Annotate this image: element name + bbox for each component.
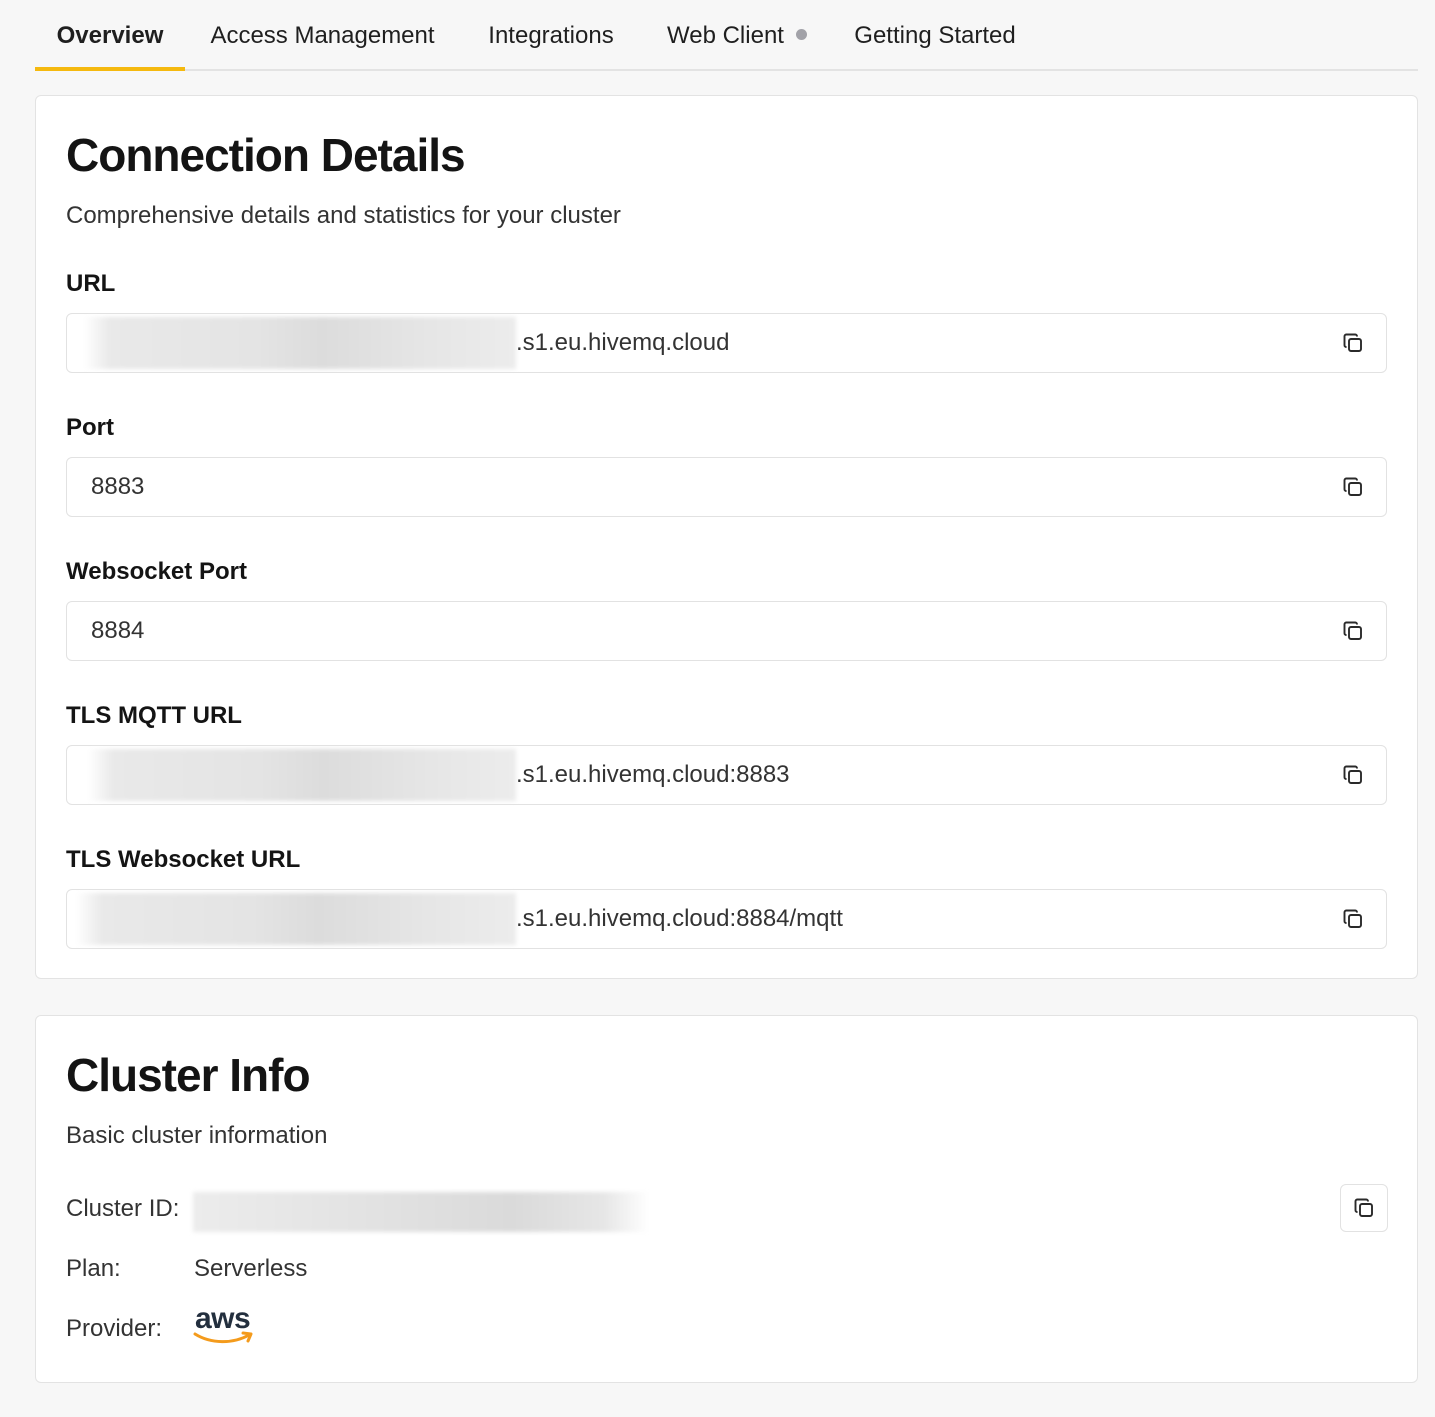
copy-websocket-port-button[interactable] (1338, 616, 1368, 646)
copy-icon (1343, 765, 1362, 784)
tab-label: Web Client (667, 21, 784, 49)
url-value: .s1.eu.hivemq.cloud (516, 329, 730, 356)
url-field[interactable]: .s1.eu.hivemq.cloud (66, 313, 1387, 373)
tls-websocket-url-field[interactable]: .s1.eu.hivemq.cloud:8884/mqtt (66, 889, 1387, 949)
copy-url-button[interactable] (1338, 328, 1368, 358)
plan-label: Plan: (66, 1255, 121, 1282)
redacted-hostname (88, 749, 516, 801)
port-value: 8883 (91, 473, 145, 500)
cluster-info-subtitle: Basic cluster information (66, 1122, 328, 1149)
tab-overview[interactable]: Overview (35, 0, 185, 71)
status-dot (795, 29, 807, 40)
tab-getting-started[interactable]: Getting Started (847, 0, 1023, 71)
connection-details-title: Connection Details (66, 129, 466, 181)
tls-websocket-url-value: .s1.eu.hivemq.cloud:8884/mqtt (516, 905, 843, 932)
copy-icon (1343, 909, 1362, 928)
tls-mqtt-url-field[interactable]: .s1.eu.hivemq.cloud:8883 (66, 745, 1387, 805)
cluster-info-title: Cluster Info (66, 1049, 311, 1101)
tab-label: Getting Started (854, 21, 1016, 49)
copy-icon (1354, 1198, 1373, 1217)
provider-label: Provider: (66, 1315, 163, 1342)
websocket-port-value: 8884 (91, 617, 145, 644)
tab-label: Integrations (488, 21, 614, 49)
tab-label: Overview (56, 21, 164, 49)
plan-value: Serverless (194, 1255, 308, 1282)
tls-mqtt-url-value: .s1.eu.hivemq.cloud:8883 (516, 761, 790, 788)
url-label: URL (66, 270, 116, 297)
aws-smile-icon (193, 1331, 253, 1344)
connection-details-card: Connection Details Comprehensive details… (35, 95, 1418, 979)
aws-logo-icon: aws (193, 1302, 257, 1348)
tls-mqtt-url-label: TLS MQTT URL (66, 702, 242, 729)
tls-websocket-url-label: TLS Websocket URL (66, 846, 301, 873)
copy-port-button[interactable] (1338, 472, 1368, 502)
redacted-hostname (84, 317, 516, 369)
port-field[interactable]: 8883 (66, 457, 1387, 517)
copy-icon (1343, 333, 1362, 352)
websocket-port-field[interactable]: 8884 (66, 601, 1387, 661)
tab-bar: Overview Access Management Integrations … (35, 0, 1418, 71)
tab-label: Access Management (210, 21, 435, 49)
websocket-port-label: Websocket Port (66, 558, 247, 585)
cluster-id-label: Cluster ID: (66, 1195, 180, 1222)
copy-tls-mqtt-url-button[interactable] (1338, 760, 1368, 790)
redacted-hostname (76, 893, 516, 945)
port-label: Port (66, 414, 114, 441)
copy-icon (1343, 477, 1362, 496)
copy-icon (1343, 621, 1362, 640)
copy-tls-websocket-url-button[interactable] (1338, 904, 1368, 934)
tab-access-management[interactable]: Access Management (200, 0, 445, 71)
redacted-cluster-id (193, 1192, 649, 1232)
tab-web-client[interactable]: Web Client (657, 0, 817, 71)
cluster-info-card: Cluster Info Basic cluster information C… (35, 1015, 1418, 1383)
connection-details-subtitle: Comprehensive details and statistics for… (66, 202, 621, 229)
active-tab-indicator (35, 67, 185, 71)
copy-cluster-id-button[interactable] (1340, 1184, 1388, 1232)
tab-integrations[interactable]: Integrations (475, 0, 627, 71)
